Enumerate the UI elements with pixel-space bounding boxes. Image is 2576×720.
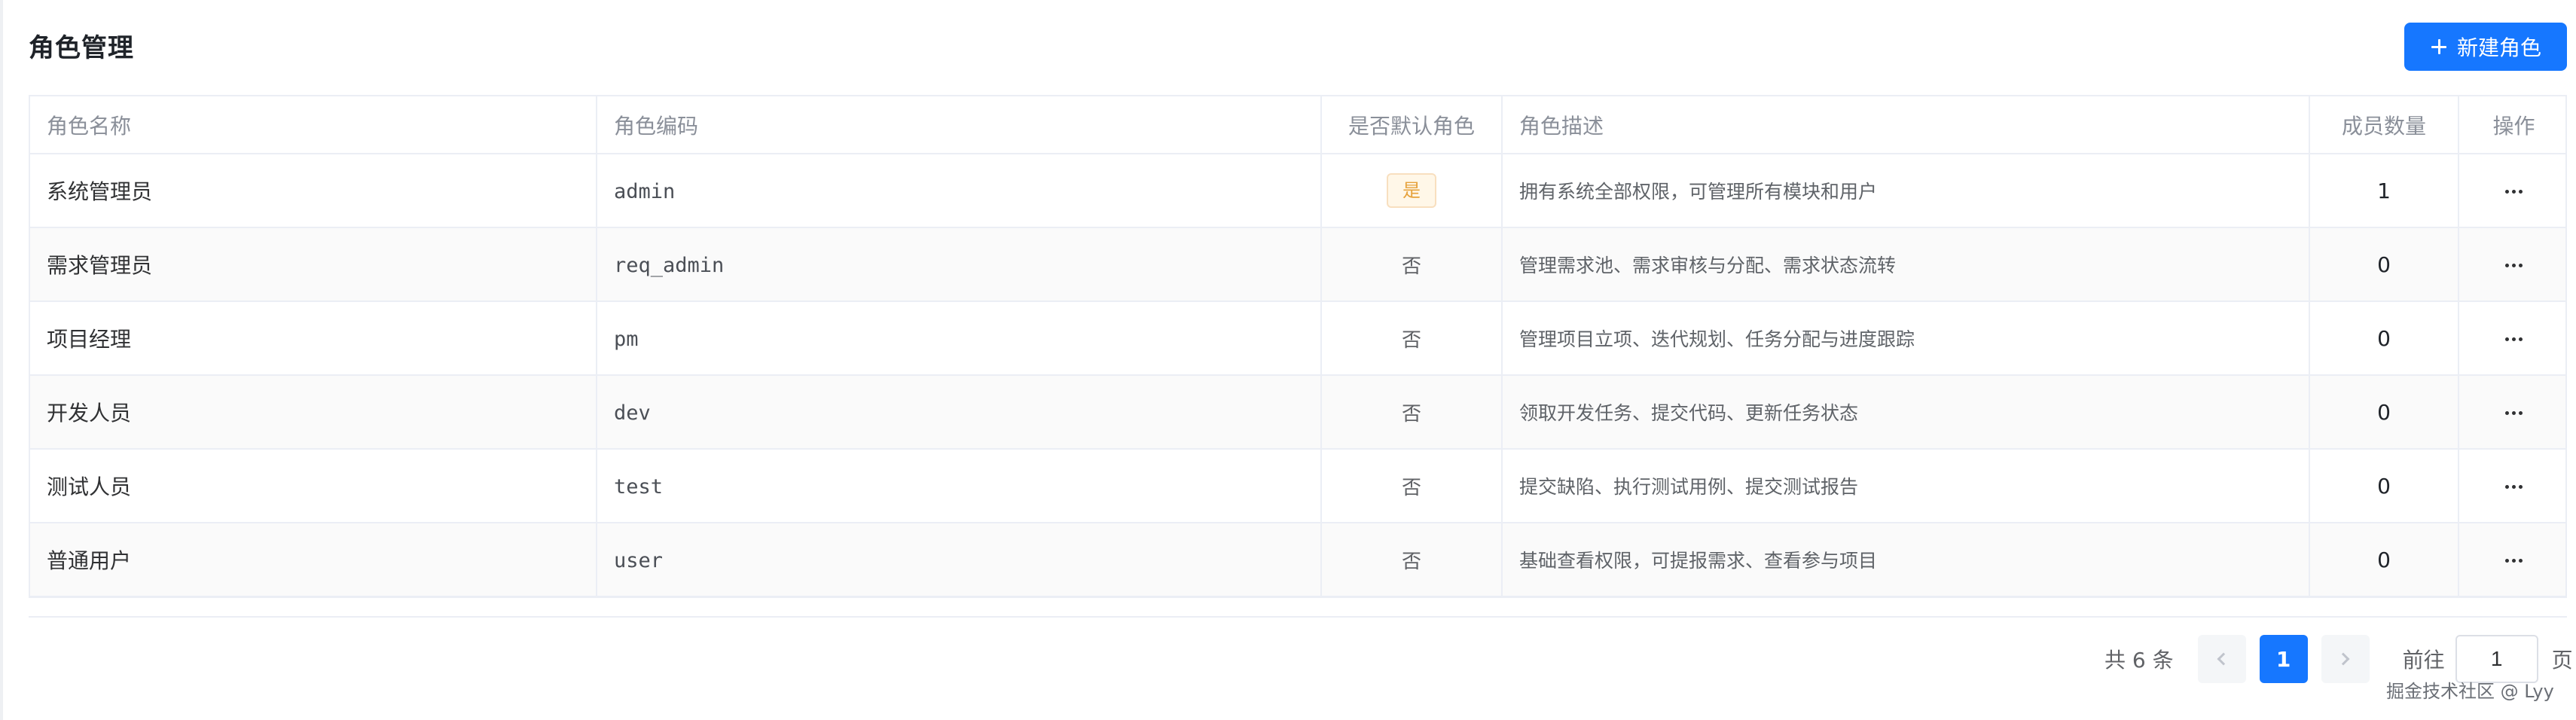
role-management-page: 角色管理 新建角色 角色名称 角色编码 是否默认角色 角色描述 成员数量 操作 …	[0, 0, 2576, 720]
table-row: 系统管理员 admin 是 拥有系统全部权限，可管理所有模块和用户 1	[30, 154, 2565, 228]
default-role-tag: 是	[1387, 173, 1436, 208]
role-code: admin	[614, 179, 676, 203]
role-name-cell: 需求管理员	[30, 227, 597, 302]
table-row: 项目经理 pm 否 管理项目立项、迭代规划、任务分配与进度跟踪 0	[30, 301, 2565, 376]
is-default-cell: 否	[1321, 227, 1503, 302]
member-count: 0	[2377, 473, 2391, 499]
page-title: 角色管理	[29, 33, 134, 63]
role-description: 领取开发任务、提交代码、更新任务状态	[1519, 402, 1859, 424]
member-count-cell: 0	[2309, 375, 2459, 450]
more-icon[interactable]	[2502, 558, 2526, 564]
table-row: 开发人员 dev 否 领取开发任务、提交代码、更新任务状态 0	[30, 375, 2565, 450]
plus-icon	[2430, 38, 2448, 56]
role-code: dev	[614, 401, 651, 425]
table-header-row: 角色名称 角色编码 是否默认角色 角色描述 成员数量 操作	[30, 96, 2565, 154]
member-count: 0	[2377, 252, 2391, 277]
role-name-cell: 项目经理	[30, 301, 597, 376]
table-row: 需求管理员 req_admin 否 管理需求池、需求审核与分配、需求状态流转 0	[30, 227, 2565, 302]
is-default-cell: 否	[1321, 449, 1503, 523]
more-icon[interactable]	[2502, 263, 2526, 269]
role-code-cell: admin	[597, 154, 1322, 228]
default-role-text: 否	[1401, 255, 1421, 278]
more-icon[interactable]	[2502, 484, 2526, 490]
page-suffix: 页	[2551, 648, 2573, 673]
member-count: 0	[2377, 547, 2391, 572]
actions-cell	[2458, 523, 2565, 596]
is-default-cell: 否	[1321, 375, 1503, 450]
default-role-text: 否	[1401, 550, 1421, 573]
role-name-cell: 普通用户	[30, 523, 597, 596]
role-name-cell: 系统管理员	[30, 154, 597, 228]
column-header-role-code: 角色编码	[597, 96, 1322, 154]
actions-cell	[2458, 154, 2565, 228]
default-role-text: 否	[1401, 402, 1421, 426]
column-header-member-count: 成员数量	[2309, 96, 2459, 154]
left-border	[0, 0, 3, 720]
column-header-actions: 操作	[2458, 96, 2565, 154]
roles-table-grid: 角色名称 角色编码 是否默认角色 角色描述 成员数量 操作 系统管理员 admi…	[30, 96, 2565, 596]
role-description: 管理需求池、需求审核与分配、需求状态流转	[1519, 255, 1897, 276]
column-header-is-default: 是否默认角色	[1321, 96, 1503, 154]
member-count: 0	[2377, 399, 2391, 425]
role-description: 提交缺陷、执行测试用例、提交测试报告	[1519, 476, 1859, 498]
role-name-cell: 开发人员	[30, 375, 597, 450]
table-header: 角色名称 角色编码 是否默认角色 角色描述 成员数量 操作	[30, 96, 2565, 154]
role-code: test	[614, 474, 664, 499]
role-description: 拥有系统全部权限，可管理所有模块和用户	[1519, 181, 1878, 203]
member-count-cell: 0	[2309, 523, 2459, 596]
goto-label: 前往	[2402, 648, 2445, 673]
chevron-left-icon	[2217, 652, 2230, 666]
previous-page-button[interactable]	[2197, 635, 2246, 683]
column-header-description: 角色描述	[1502, 96, 2310, 154]
chevron-right-icon	[2336, 652, 2350, 666]
role-description-cell: 提交缺陷、执行测试用例、提交测试报告	[1502, 449, 2310, 523]
table-row: 测试人员 test 否 提交缺陷、执行测试用例、提交测试报告 0	[30, 449, 2565, 523]
role-description-cell: 管理需求池、需求审核与分配、需求状态流转	[1502, 227, 2310, 302]
is-default-cell: 是	[1321, 154, 1503, 228]
actions-cell	[2458, 449, 2565, 523]
next-page-button[interactable]	[2321, 635, 2370, 683]
is-default-cell: 否	[1321, 523, 1503, 596]
role-code-cell: test	[597, 449, 1322, 523]
member-count-cell: 0	[2309, 227, 2459, 302]
total-count: 共 6 条	[2104, 648, 2174, 673]
actions-cell	[2458, 227, 2565, 302]
is-default-cell: 否	[1321, 301, 1503, 376]
role-name-cell: 测试人员	[30, 449, 597, 523]
member-count-cell: 0	[2309, 449, 2459, 523]
more-icon[interactable]	[2502, 189, 2526, 195]
actions-cell	[2458, 375, 2565, 450]
roles-table: 角色名称 角色编码 是否默认角色 角色描述 成员数量 操作 系统管理员 admi…	[29, 95, 2567, 598]
role-description-cell: 领取开发任务、提交代码、更新任务状态	[1502, 375, 2310, 450]
new-role-label: 新建角色	[2456, 35, 2541, 60]
watermark: 掘金技术社区 @ Lyy	[2386, 681, 2554, 702]
actions-cell	[2458, 301, 2565, 376]
role-description: 管理项目立项、迭代规划、任务分配与进度跟踪	[1519, 328, 1915, 350]
table-row: 普通用户 user 否 基础查看权限，可提报需求、查看参与项目 0	[30, 523, 2565, 596]
column-header-role-name: 角色名称	[30, 96, 597, 154]
new-role-button[interactable]: 新建角色	[2404, 23, 2567, 71]
role-code-cell: pm	[597, 301, 1322, 376]
role-description-cell: 管理项目立项、迭代规划、任务分配与进度跟踪	[1502, 301, 2310, 376]
role-code-cell: user	[597, 523, 1322, 596]
default-role-text: 否	[1401, 328, 1421, 352]
role-code: user	[614, 548, 664, 572]
role-code-cell: dev	[597, 375, 1322, 450]
table-bottom-divider	[29, 616, 2567, 618]
default-role-text: 否	[1401, 476, 1421, 499]
member-count-cell: 0	[2309, 301, 2459, 376]
role-description-cell: 基础查看权限，可提报需求、查看参与项目	[1502, 523, 2310, 596]
more-icon[interactable]	[2502, 337, 2526, 343]
role-code: pm	[614, 327, 639, 351]
member-count: 0	[2377, 325, 2391, 351]
table-body: 系统管理员 admin 是 拥有系统全部权限，可管理所有模块和用户 1 需求管理…	[30, 154, 2565, 596]
role-description-cell: 拥有系统全部权限，可管理所有模块和用户	[1502, 154, 2310, 228]
role-code-cell: req_admin	[597, 227, 1322, 302]
member-count-cell: 1	[2309, 154, 2459, 228]
more-icon[interactable]	[2502, 410, 2526, 416]
role-description: 基础查看权限，可提报需求、查看参与项目	[1519, 550, 1878, 572]
role-code: req_admin	[614, 253, 725, 277]
member-count: 1	[2377, 178, 2391, 203]
page-1-button[interactable]: 1	[2259, 635, 2308, 683]
